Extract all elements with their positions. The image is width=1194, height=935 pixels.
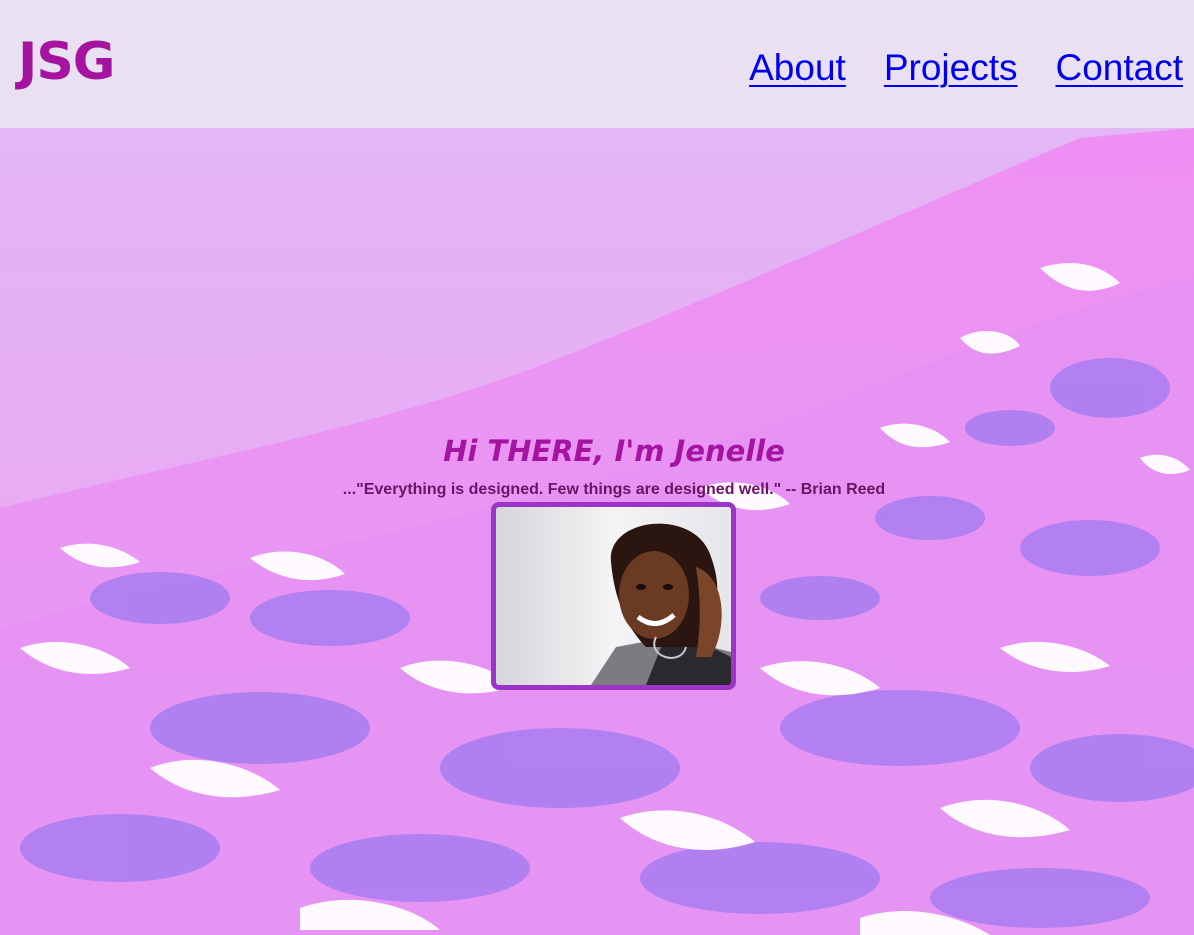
hero-greeting: Hi THERE, I'm Jenelle <box>443 434 785 468</box>
hero-section: Hi THERE, I'm Jenelle ..."Everything is … <box>0 128 1194 935</box>
nav-link-projects[interactable]: Projects <box>884 45 1018 91</box>
hero-quote: ..."Everything is designed. Few things a… <box>342 481 886 498</box>
portrait-illustration <box>496 507 731 685</box>
nav-link-contact[interactable]: Contact <box>1055 45 1183 91</box>
nav-link-about[interactable]: About <box>749 45 846 91</box>
site-logo[interactable]: JSG <box>18 30 115 94</box>
portrait-image <box>491 502 736 690</box>
site-header: JSG About Projects Contact <box>0 0 1194 128</box>
main-nav: About Projects Contact <box>749 45 1183 91</box>
